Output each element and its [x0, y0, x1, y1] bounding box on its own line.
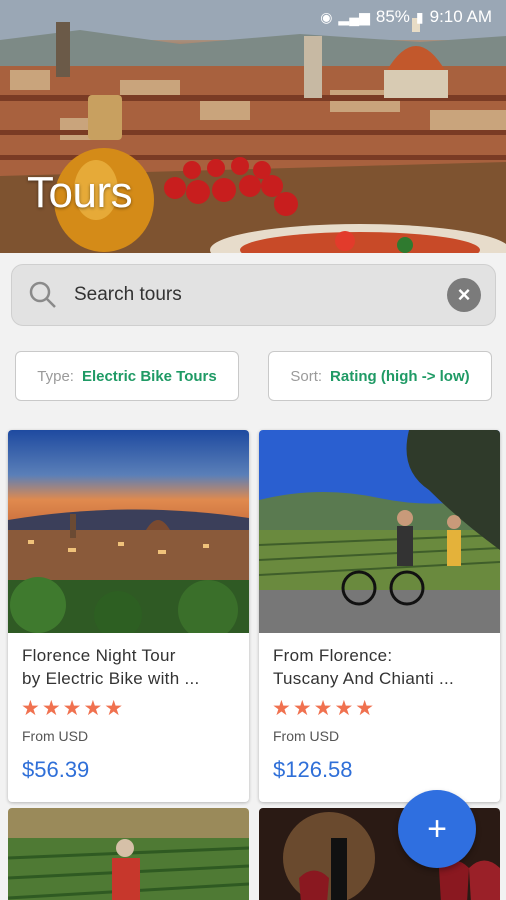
rating-stars: ★★★★★ [21, 697, 126, 720]
tour-title-line2: by Electric Bike with ... [22, 669, 200, 688]
search-icon [12, 264, 74, 326]
sort-filter-value: Rating (high -> low) [330, 367, 470, 385]
add-button[interactable]: + [398, 790, 476, 868]
clock: 9:10 AM [429, 7, 492, 26]
tour-price: $56.39 [22, 757, 90, 782]
price-prefix: From USD [273, 728, 340, 744]
tour-photo [8, 430, 249, 633]
tour-card[interactable] [8, 808, 249, 900]
tour-photo [259, 430, 500, 633]
sort-filter-label: Sort: [290, 367, 323, 385]
tour-price: $126.58 [273, 757, 353, 782]
battery-icon: ▮ [415, 8, 424, 25]
wifi-icon: ◉ [320, 8, 333, 25]
battery-level: 85% [375, 7, 410, 26]
hero-banner: ◉ ▂▄▆ 85% ▮ 9:10 AM Tours [0, 0, 506, 253]
tour-title-line2: Tuscany And Chianti ... [273, 669, 455, 688]
status-bar: ◉ ▂▄▆ 85% ▮ 9:10 AM [0, 0, 506, 34]
clear-search-button[interactable]: × [447, 278, 481, 312]
sort-filter-button[interactable]: Sort: Rating (high -> low) [268, 351, 492, 401]
plus-icon: + [427, 809, 447, 848]
tour-card[interactable]: From Florence: Tuscany And Chianti ... ★… [259, 430, 500, 802]
type-filter-label: Type: [37, 367, 74, 385]
price-prefix: From USD [22, 728, 89, 744]
search-bar[interactable]: Search tours × [11, 264, 496, 326]
signal-icon: ▂▄▆ [338, 8, 370, 25]
tour-title: Florence Night Tour by Electric Bike wit… [22, 644, 236, 690]
tour-title-line1: From Florence: [273, 646, 393, 665]
type-filter-button[interactable]: Type: Electric Bike Tours [15, 351, 239, 401]
rating-stars: ★★★★★ [272, 697, 377, 720]
page-title: Tours [27, 168, 133, 217]
tour-title: From Florence: Tuscany And Chianti ... [273, 644, 487, 690]
tour-photo [8, 808, 249, 900]
close-icon: × [457, 282, 471, 307]
search-input[interactable]: Search tours [74, 284, 447, 306]
type-filter-value: Electric Bike Tours [81, 367, 217, 385]
tour-title-line1: Florence Night Tour [22, 646, 176, 665]
tour-card[interactable]: Florence Night Tour by Electric Bike wit… [8, 430, 249, 802]
